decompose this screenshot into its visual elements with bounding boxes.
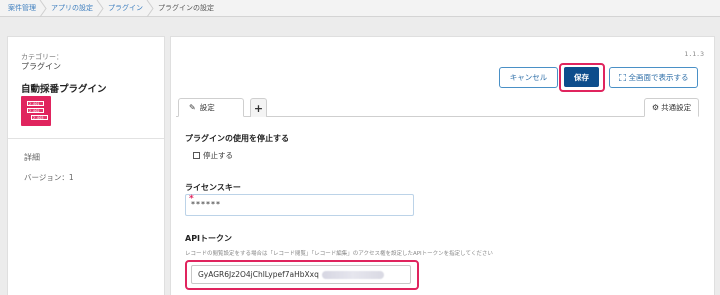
plugin-info-panel: カテゴリー： プラグイン 自動採番プラグイン 2-001 2-002 2-003… [7,36,165,295]
divider [8,138,164,139]
plugin-name: 自動採番プラグイン [21,84,107,95]
api-token-input[interactable]: GyAGR6Jz2O4jChlLypef7aHbXxq [191,265,411,284]
breadcrumb-item-plugins[interactable]: プラグイン [102,0,154,17]
category-value: プラグイン [21,62,61,71]
breadcrumb-item-project[interactable]: 案件管理 [0,0,47,17]
checkbox-box[interactable] [193,152,200,159]
api-token-value: GyAGR6Jz2O4jChlLypef7aHbXxq [198,270,319,279]
icon-line: 2-003 [31,115,48,120]
version-label: バージョン：1 [24,173,74,182]
icon-line: 2-002 [27,108,44,113]
add-tab-button[interactable]: + [250,98,267,117]
stop-checkbox-label: 停止する [203,151,233,160]
tab-label: 設定 [199,103,215,112]
redacted-text [321,270,384,279]
plugin-settings-panel: 1.1.3 キャンセル 保存 全画面で表示する ✎ 設定 + ⚙ 共通設定 プラ… [170,36,715,295]
api-token-description: レコードの閲覧設定をする場合は「レコード閲覧」「レコード編集」のアクセス権を設定… [185,251,493,257]
license-key-title: ライセンスキー [185,183,241,192]
tab-label: 共通設定 [661,103,692,112]
fullscreen-icon [618,74,626,81]
breadcrumb-item-app-settings[interactable]: アプリの設定 [45,0,104,17]
breadcrumb-label: アプリの設定 [51,4,93,12]
cancel-button[interactable]: キャンセル [499,67,558,88]
icon-line: 2-001 [27,101,44,106]
breadcrumb-item-plugin-settings: プラグインの設定 [152,0,223,17]
api-token-title: APIトークン [185,234,233,243]
gear-icon: ⚙ [651,103,660,112]
detail-label: 詳細 [24,153,40,162]
api-token-highlight: GyAGR6Jz2O4jChlLypef7aHbXxq [185,260,419,290]
tab-settings[interactable]: ✎ 設定 [178,98,244,117]
save-button[interactable]: 保存 [564,67,599,87]
fullscreen-button[interactable]: 全画面で表示する [609,67,698,88]
plugin-version: 1.1.3 [684,50,704,58]
license-key-value: ****** [191,200,221,209]
stop-checkbox[interactable]: 停止する [193,150,233,161]
license-key-input[interactable]: * ****** [185,194,414,216]
pencil-icon: ✎ [189,103,196,112]
breadcrumb-label: プラグイン [108,4,143,12]
plugin-logo-icon: 2-001 2-002 2-003 [21,96,51,126]
save-button-highlight: 保存 [559,63,605,92]
fullscreen-label: 全画面で表示する [628,73,689,82]
breadcrumb-label: 案件管理 [8,4,36,12]
breadcrumb-label: プラグインの設定 [158,4,214,12]
breadcrumb: 案件管理 アプリの設定 プラグイン プラグインの設定 [0,0,720,17]
tab-common-settings[interactable]: ⚙ 共通設定 [644,98,699,117]
stop-plugin-title: プラグインの使用を停止する [185,134,289,143]
